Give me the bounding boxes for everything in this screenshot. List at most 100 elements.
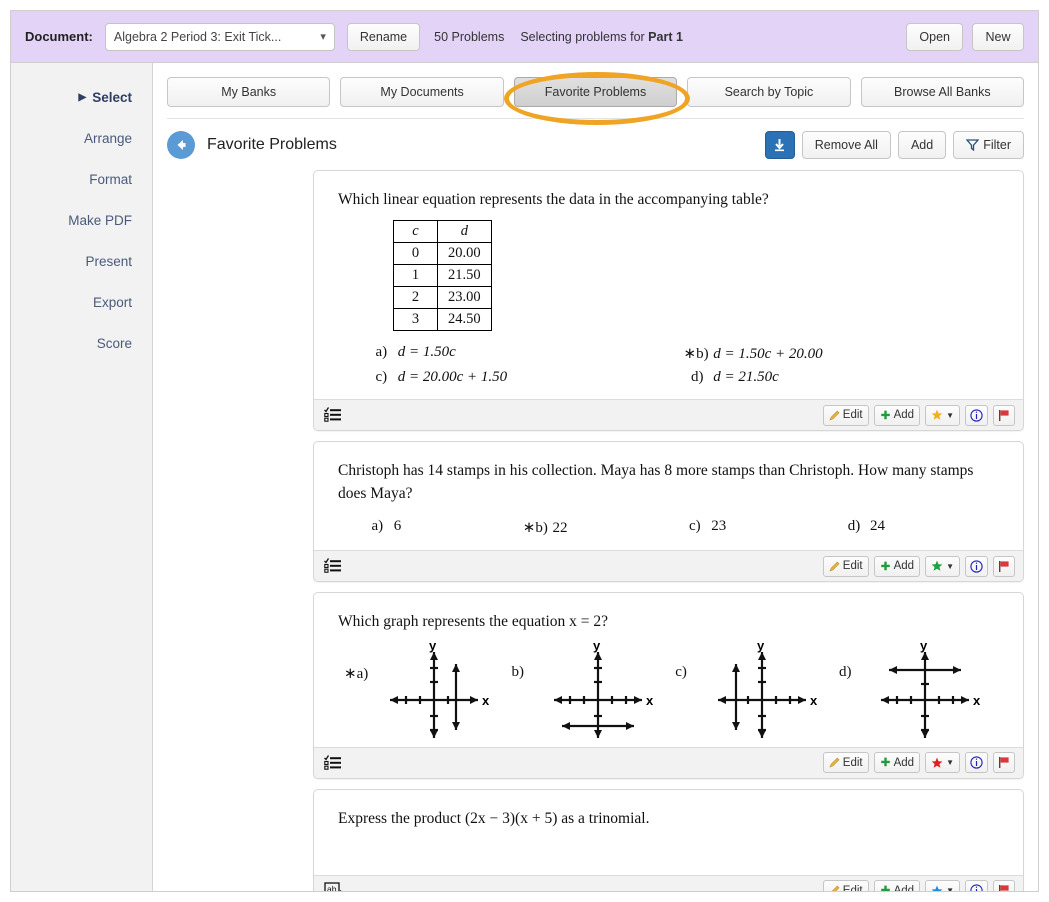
answer-option[interactable]: ∗a) x y (344, 638, 508, 743)
flag-button[interactable] (993, 404, 1015, 426)
answer-option[interactable]: ∗b) 22 (523, 515, 682, 540)
info-circle-icon (970, 756, 983, 770)
option-marker: ∗b) (522, 520, 548, 537)
option-text: 6 (393, 518, 402, 535)
sidebar-item-label: Format (89, 172, 132, 187)
favorite-star-button[interactable]: ▼ (925, 752, 960, 774)
add-to-document-button[interactable]: Add (873, 880, 921, 891)
filter-button[interactable]: Filter (953, 131, 1024, 159)
answer-option[interactable]: c) d = 20.00c + 1.50 (368, 366, 684, 389)
sidebar-item-format[interactable]: Format (11, 159, 152, 200)
favorite-star-button[interactable]: ▼ (925, 555, 960, 577)
info-circle-icon (970, 560, 983, 573)
open-button[interactable]: Open (906, 22, 963, 51)
table-cell: 0 (393, 242, 438, 266)
table-header-cell: d (437, 220, 492, 244)
page-title: Favorite Problems (207, 136, 337, 153)
sidebar-item-select[interactable]: ▶ Select (11, 77, 152, 118)
info-button[interactable] (965, 404, 988, 426)
back-button[interactable] (167, 131, 195, 159)
answer-option[interactable]: d) 24 (840, 515, 999, 540)
add-to-document-button[interactable]: Add (873, 404, 921, 426)
table-header-row: c d (393, 220, 492, 244)
app-body: ▶ Select Arrange Format Make PDF Present… (11, 63, 1038, 891)
green-plus-icon (880, 757, 890, 767)
tab-my-banks[interactable]: My Banks (167, 77, 331, 107)
tab-browse-all-banks[interactable]: Browse All Banks (860, 77, 1025, 107)
answer-option[interactable]: c) x y (672, 638, 836, 743)
add-button[interactable]: Add (897, 131, 947, 159)
back-arrow-icon (177, 140, 186, 150)
edit-button[interactable]: Edit (822, 752, 869, 774)
sidebar-item-present[interactable]: Present (11, 241, 152, 282)
problem-card[interactable]: Which linear equation represents the dat… (313, 170, 1024, 432)
sidebar-item-score[interactable]: Score (11, 323, 152, 364)
option-text: d = 1.50c (397, 344, 456, 361)
favorite-star-button[interactable]: ▼ (925, 880, 960, 891)
edit-label: Edit (842, 560, 863, 573)
sidebar: ▶ Select Arrange Format Make PDF Present… (11, 63, 153, 891)
remove-all-button[interactable]: Remove All (801, 131, 891, 159)
sidebar-item-export[interactable]: Export (11, 282, 152, 323)
info-button[interactable] (965, 880, 988, 891)
document-select[interactable]: Algebra 2 Period 3: Exit Tick... ▾ (104, 22, 335, 51)
problem-card[interactable]: Which graph represents the equation x = … (313, 592, 1024, 779)
add-to-document-button[interactable]: Add (873, 752, 921, 774)
answer-option[interactable]: ∗b) d = 1.50c + 20.00 (684, 341, 1000, 366)
answer-option[interactable]: a) d = 1.50c (368, 341, 684, 366)
x-axis-label: x (973, 693, 981, 708)
table-cell: 2 (393, 286, 438, 310)
answer-option[interactable]: a) 6 (364, 515, 523, 540)
sidebar-item-arrange[interactable]: Arrange (11, 118, 152, 159)
multiple-choice-list-icon (324, 558, 341, 574)
table-row: 3 24.50 (393, 308, 492, 332)
problem-card[interactable]: Christoph has 14 stamps in his collectio… (313, 441, 1024, 583)
funnel-icon (966, 139, 980, 151)
multiple-choice-list-icon (324, 407, 341, 423)
download-button[interactable] (764, 131, 795, 159)
option-text: d = 1.50c + 20.00 (713, 346, 823, 363)
tab-search-by-topic[interactable]: Search by Topic (687, 77, 851, 107)
add-to-document-button[interactable]: Add (873, 555, 921, 577)
problem-content: Which linear equation represents the dat… (314, 171, 1023, 399)
answer-option[interactable]: d) x y (835, 638, 999, 743)
graph-horizontal-above: x y (881, 638, 981, 738)
pencil-icon (829, 757, 840, 768)
favorite-star-button[interactable]: ▼ (925, 404, 960, 426)
table-row: 1 21.50 (393, 264, 492, 288)
problem-toolbar: Edit Add ▼ (314, 746, 1023, 778)
option-text: d = 20.00c + 1.50 (397, 369, 508, 386)
edit-button[interactable]: Edit (822, 404, 869, 426)
flag-button[interactable] (993, 555, 1015, 577)
tab-my-documents[interactable]: My Documents (340, 77, 504, 107)
new-button[interactable]: New (972, 22, 1024, 51)
option-marker: a) (368, 344, 388, 361)
flag-button[interactable] (993, 880, 1015, 891)
main-content: My Banks My Documents Favorite Problems … (153, 63, 1038, 891)
sidebar-item-label: Score (96, 336, 132, 351)
answer-option[interactable]: b) x y (508, 638, 672, 743)
x-axis-label: x (482, 693, 490, 708)
star-icon (931, 409, 943, 421)
sidebar-item-make-pdf[interactable]: Make PDF (11, 200, 152, 241)
rename-button[interactable]: Rename (346, 22, 421, 51)
info-button[interactable] (965, 555, 988, 577)
problem-toolbar: Edit Add ▼ (314, 399, 1023, 431)
green-plus-icon (880, 885, 890, 891)
edit-button[interactable]: Edit (822, 880, 869, 891)
problem-card[interactable]: Express the product (2x − 3)(x + 5) as a… (313, 788, 1024, 891)
table-cell: 3 (393, 308, 438, 332)
info-button[interactable] (965, 752, 988, 774)
flag-button[interactable] (993, 752, 1015, 774)
table-cell: 20.00 (437, 242, 492, 266)
x-axis-label: x (646, 693, 654, 708)
answer-option[interactable]: c) 23 (682, 515, 841, 540)
tab-favorite-problems[interactable]: Favorite Problems (513, 77, 678, 107)
problem-content: Express the product (2x − 3)(x + 5) as a… (314, 790, 1023, 875)
answer-option[interactable]: d) d = 21.50c (684, 366, 1000, 389)
edit-button[interactable]: Edit (822, 555, 869, 577)
section-actions: Remove All Add Filter (764, 131, 1024, 159)
triangle-right-icon: ▶ (78, 92, 87, 103)
option-marker: ∗b) (683, 346, 709, 363)
option-marker: c) (681, 518, 701, 535)
